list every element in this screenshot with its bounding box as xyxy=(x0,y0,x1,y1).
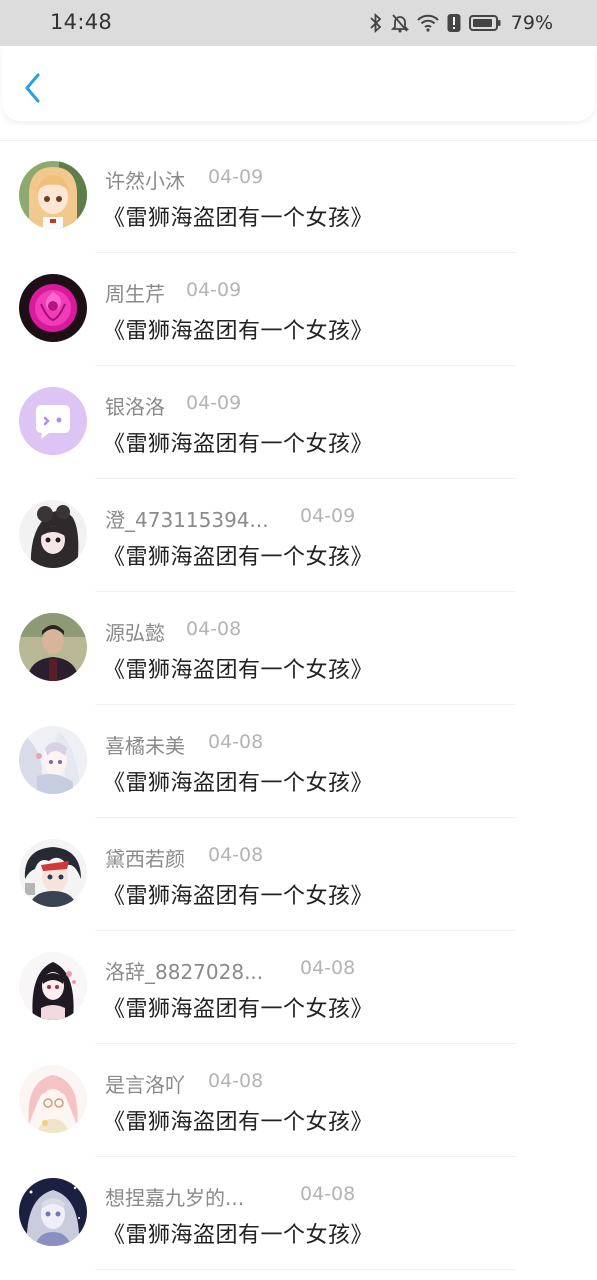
comment-message[interactable]: 《雷狮海盗团有一个女孩》 xyxy=(103,765,373,797)
list-item[interactable]: 想捏嘉九岁的... 04-08 《雷狮海盗团有一个女孩》 xyxy=(0,1157,597,1270)
commenter-name[interactable]: 喜橘未美 xyxy=(105,730,185,759)
nav-bar xyxy=(2,46,595,121)
status-icons: 79% xyxy=(369,11,553,35)
comment-message[interactable]: 《雷狮海盗团有一个女孩》 xyxy=(103,426,373,458)
list-item[interactable]: 许然小沐 04-09 《雷狮海盗团有一个女孩》 xyxy=(0,140,597,253)
avatar[interactable] xyxy=(19,613,87,681)
avatar[interactable] xyxy=(19,839,87,907)
commenter-name[interactable]: 想捏嘉九岁的... xyxy=(105,1182,244,1211)
divider xyxy=(95,1269,515,1270)
avatar[interactable] xyxy=(19,1178,87,1246)
list-item[interactable]: 是言洛吖 04-08 《雷狮海盗团有一个女孩》 xyxy=(0,1044,597,1157)
bluetooth-icon xyxy=(369,13,383,33)
list-item[interactable]: 源弘懿 04-08 《雷狮海盗团有一个女孩》 xyxy=(0,592,597,705)
back-button[interactable] xyxy=(16,68,52,104)
comment-date: 04-08 xyxy=(300,1183,356,1205)
comment-date: 04-09 xyxy=(186,392,242,414)
comment-message[interactable]: 《雷狮海盗团有一个女孩》 xyxy=(103,1217,373,1249)
alert-icon xyxy=(447,13,461,33)
bell-off-icon xyxy=(390,13,409,33)
comment-date: 04-08 xyxy=(208,1070,264,1092)
comment-message[interactable]: 《雷狮海盗团有一个女孩》 xyxy=(103,652,373,684)
avatar[interactable] xyxy=(19,274,87,342)
battery-percent: 79% xyxy=(510,12,553,34)
commenter-name[interactable]: 洛辞_8827028... xyxy=(105,956,263,985)
comment-message[interactable]: 《雷狮海盗团有一个女孩》 xyxy=(103,200,373,232)
list-item[interactable]: 澄_473115394... 04-09 《雷狮海盗团有一个女孩》 xyxy=(0,479,597,592)
commenter-name[interactable]: 源弘懿 xyxy=(105,617,165,646)
comment-date: 04-09 xyxy=(300,505,356,527)
avatar[interactable] xyxy=(19,161,87,229)
commenter-name[interactable]: 澄_473115394... xyxy=(105,504,269,533)
comment-date: 04-09 xyxy=(186,279,242,301)
list-item[interactable]: 银洛洛 04-09 《雷狮海盗团有一个女孩》 xyxy=(0,366,597,479)
chevron-left-icon xyxy=(25,73,40,103)
list-item[interactable]: 黛西若颜 04-08 《雷狮海盗团有一个女孩》 xyxy=(0,818,597,931)
commenter-name[interactable]: 黛西若颜 xyxy=(105,843,185,872)
avatar[interactable] xyxy=(19,387,87,455)
avatar[interactable] xyxy=(19,952,87,1020)
comment-date: 04-08 xyxy=(186,618,242,640)
battery-icon xyxy=(468,14,501,32)
comment-date: 04-09 xyxy=(208,166,264,188)
list-item[interactable]: 洛辞_8827028... 04-08 《雷狮海盗团有一个女孩》 xyxy=(0,931,597,1044)
avatar[interactable] xyxy=(19,726,87,794)
comment-message[interactable]: 《雷狮海盗团有一个女孩》 xyxy=(103,878,373,910)
list-item[interactable]: 喜橘未美 04-08 《雷狮海盗团有一个女孩》 xyxy=(0,705,597,818)
commenter-name[interactable]: 周生芹 xyxy=(105,278,165,307)
commenter-name[interactable]: 许然小沐 xyxy=(105,165,185,194)
commenter-name[interactable]: 是言洛吖 xyxy=(105,1069,185,1098)
comment-date: 04-08 xyxy=(208,844,264,866)
status-bar: 14:48 79% xyxy=(0,0,597,46)
wifi-icon xyxy=(417,14,439,32)
comment-message[interactable]: 《雷狮海盗团有一个女孩》 xyxy=(103,539,373,571)
status-time: 14:48 xyxy=(50,10,113,34)
comment-message[interactable]: 《雷狮海盗团有一个女孩》 xyxy=(103,313,373,345)
comment-date: 04-08 xyxy=(208,731,264,753)
commenter-name[interactable]: 银洛洛 xyxy=(105,391,165,420)
comment-message[interactable]: 《雷狮海盗团有一个女孩》 xyxy=(103,1104,373,1136)
list-item[interactable]: 周生芹 04-09 《雷狮海盗团有一个女孩》 xyxy=(0,253,597,366)
comment-message[interactable]: 《雷狮海盗团有一个女孩》 xyxy=(103,991,373,1023)
comment-date: 04-08 xyxy=(300,957,356,979)
avatar[interactable] xyxy=(19,1065,87,1133)
avatar[interactable] xyxy=(19,500,87,568)
